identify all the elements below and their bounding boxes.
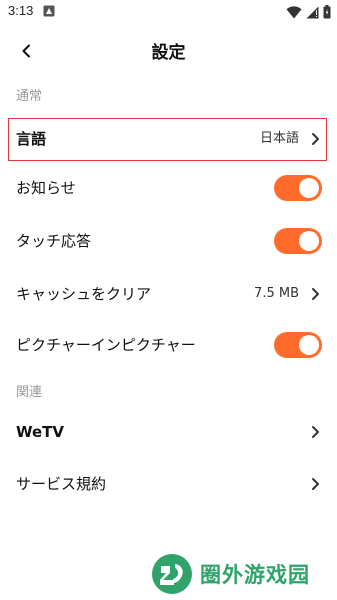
toggle-knob [299,178,319,198]
pip-toggle[interactable] [274,332,322,358]
watermark: 圈外游戏园 [150,552,310,596]
page-title: 設定 [151,43,186,63]
language-row[interactable]: 言語 日本語 [0,116,337,162]
chevron-right-icon [312,288,319,300]
section-header-related: 関連 [16,385,43,400]
notifications-row: お知らせ [0,165,337,211]
clear-cache-row[interactable]: キャッシュをクリア 7.5 MB [0,271,337,317]
cache-size-value: 7.5 MB [254,286,299,301]
touch-response-toggle[interactable] [274,228,322,254]
clear-cache-label: キャッシュをクリア [16,285,152,303]
logo-icon [152,554,192,594]
terms-of-service-label: サービス規約 [16,475,107,493]
chevron-right-icon [312,478,319,490]
notifications-toggle[interactable] [274,175,322,201]
watermark-text: 圈外游戏园 [200,563,310,587]
toggle-knob [299,335,319,355]
status-icons [286,4,331,20]
language-value: 日本語 [259,131,299,146]
chevron-right-icon [312,426,319,438]
toggle-knob [299,231,319,251]
notifications-label: お知らせ [16,179,76,197]
pip-row: ピクチャーインピクチャー [0,322,337,368]
chevron-right-icon [312,133,319,145]
wetv-label: WeTV [16,423,65,441]
section-header-general: 通常 [16,89,43,104]
touch-response-label: タッチ応答 [16,232,92,250]
battery-icon [323,5,331,19]
signal-icon [306,6,319,18]
status-time: 3:13 [8,3,34,18]
status-bar: 3:13 [0,0,337,24]
notification-icon [43,5,55,17]
wetv-row[interactable]: WeTV [0,409,337,455]
touch-response-row: タッチ応答 [0,218,337,264]
app-bar: 設定 [0,24,337,76]
pip-label: ピクチャーインピクチャー [16,336,196,354]
wifi-icon [286,5,302,18]
terms-of-service-row[interactable]: サービス規約 [0,461,337,507]
language-label: 言語 [16,130,47,148]
